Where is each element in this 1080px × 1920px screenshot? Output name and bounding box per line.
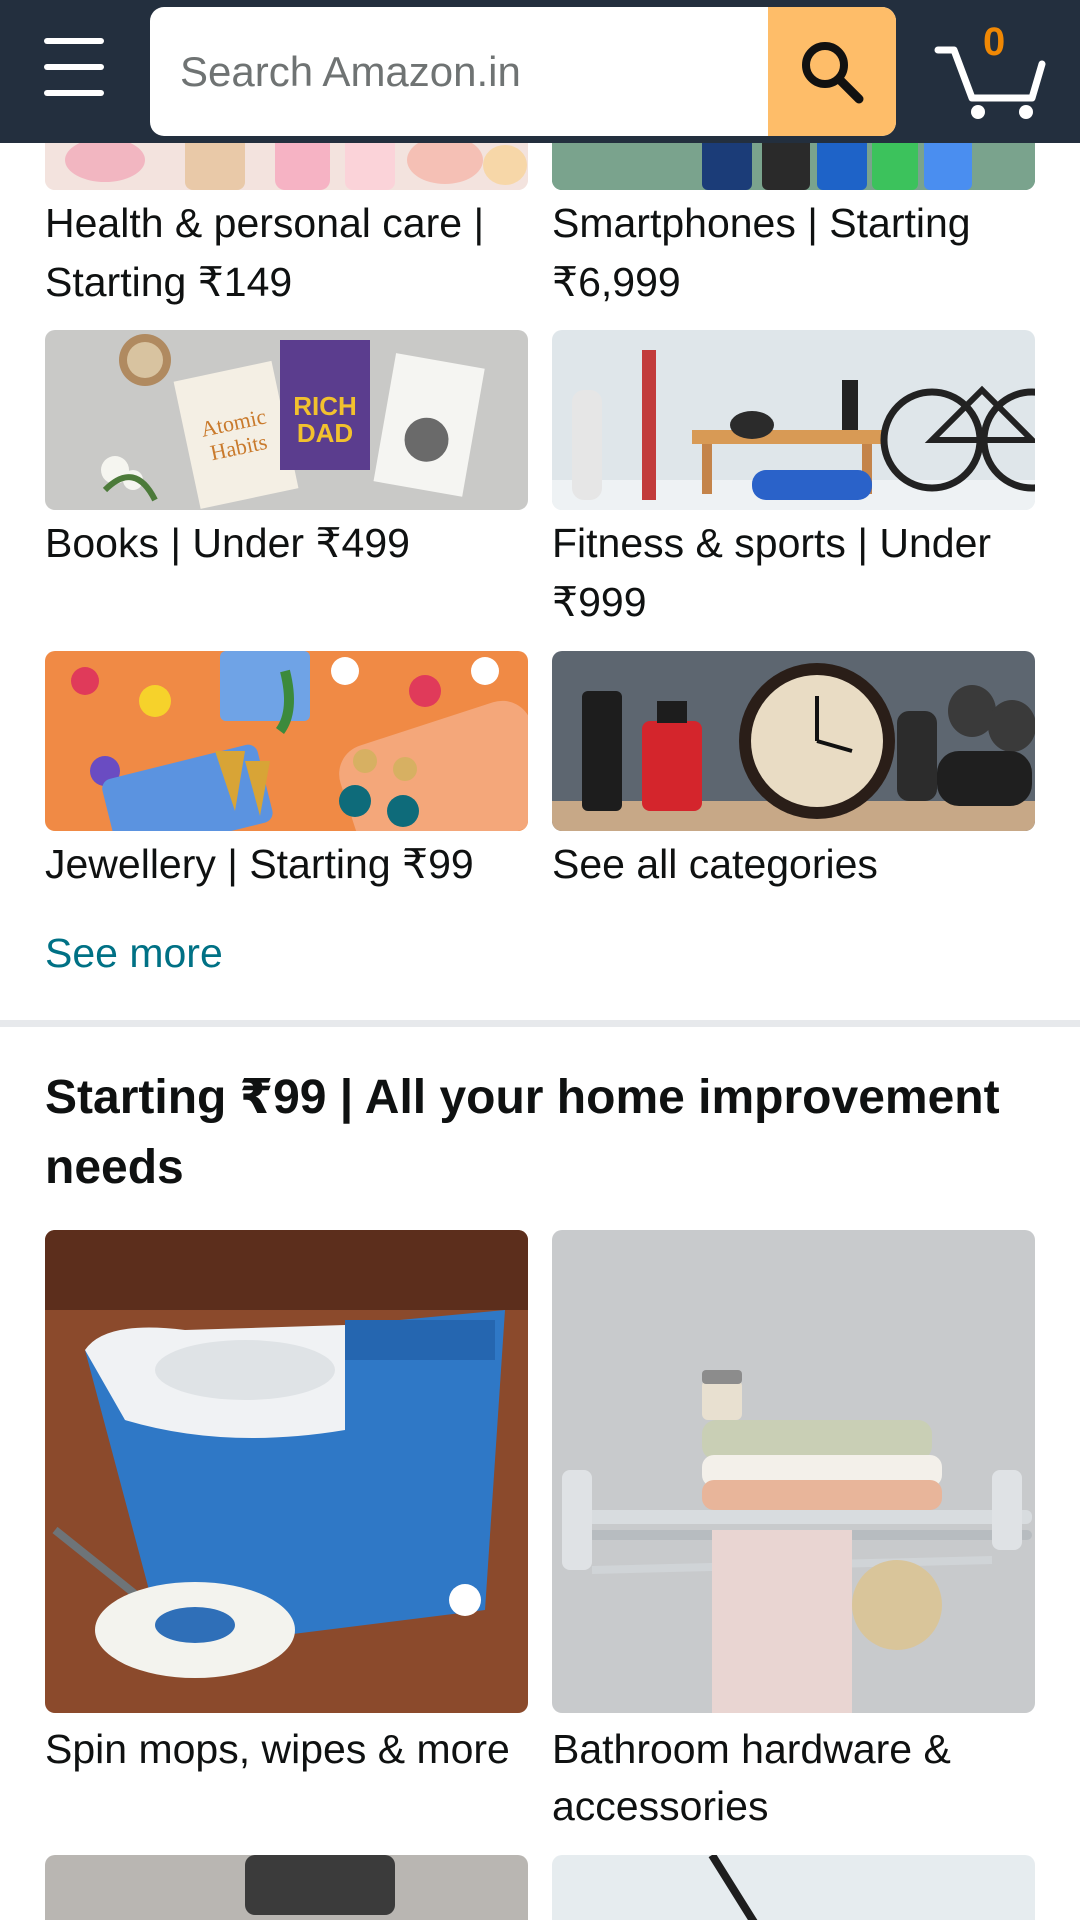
section-title: Starting ₹99 | All your home improvement…	[45, 1071, 1000, 1194]
cart-button[interactable]: 0	[934, 20, 1046, 120]
section-divider	[0, 1020, 1080, 1027]
product-tile-bathroom-hardware[interactable]: Bathroom hardware & accessories	[552, 1230, 1035, 1835]
cart-icon	[934, 46, 1046, 119]
category-tile-jewellery[interactable]: Jewellery | Starting ₹99	[45, 651, 528, 894]
category-label: Books | Under ₹499	[45, 520, 410, 566]
product-image-spin-mop	[45, 1230, 528, 1713]
product-label: Spin mops, wipes & more	[45, 1726, 510, 1772]
category-label: Smartphones | Starting ₹6,999	[552, 200, 971, 305]
category-image-all	[552, 651, 1035, 831]
category-image-books: Atomic Habits RICH DAD	[45, 330, 528, 510]
category-label: Fitness & sports | Under ₹999	[552, 520, 992, 625]
product-tile-peek-right[interactable]	[552, 1855, 1035, 1920]
search-input[interactable]	[150, 7, 768, 136]
product-label: Bathroom hardware & accessories	[552, 1726, 951, 1829]
category-label: Health & personal care | Starting ₹149	[45, 200, 485, 305]
svg-text:DAD: DAD	[297, 418, 353, 448]
product-image-towel-rack	[552, 1230, 1035, 1713]
hamburger-menu-icon[interactable]	[44, 38, 106, 96]
category-tile-books[interactable]: Atomic Habits RICH DAD Books | Under ₹49…	[45, 330, 528, 573]
category-image-jewellery	[45, 651, 528, 831]
category-image-fitness	[552, 330, 1035, 510]
search-icon	[802, 41, 864, 103]
category-tile-fitness[interactable]: Fitness & sports | Under ₹999	[552, 330, 1035, 632]
search-bar	[150, 7, 896, 136]
top-header: 0	[0, 0, 1080, 143]
svg-text:RICH: RICH	[293, 391, 357, 421]
search-button[interactable]	[768, 7, 896, 136]
product-tile-spin-mops[interactable]: Spin mops, wipes & more	[45, 1230, 528, 1778]
category-label: See all categories	[552, 841, 878, 887]
category-tile-all[interactable]: See all categories	[552, 651, 1035, 894]
category-label: Jewellery | Starting ₹99	[45, 841, 474, 887]
see-more-link[interactable]: See more	[45, 930, 223, 977]
product-tile-peek-left[interactable]	[45, 1855, 528, 1920]
